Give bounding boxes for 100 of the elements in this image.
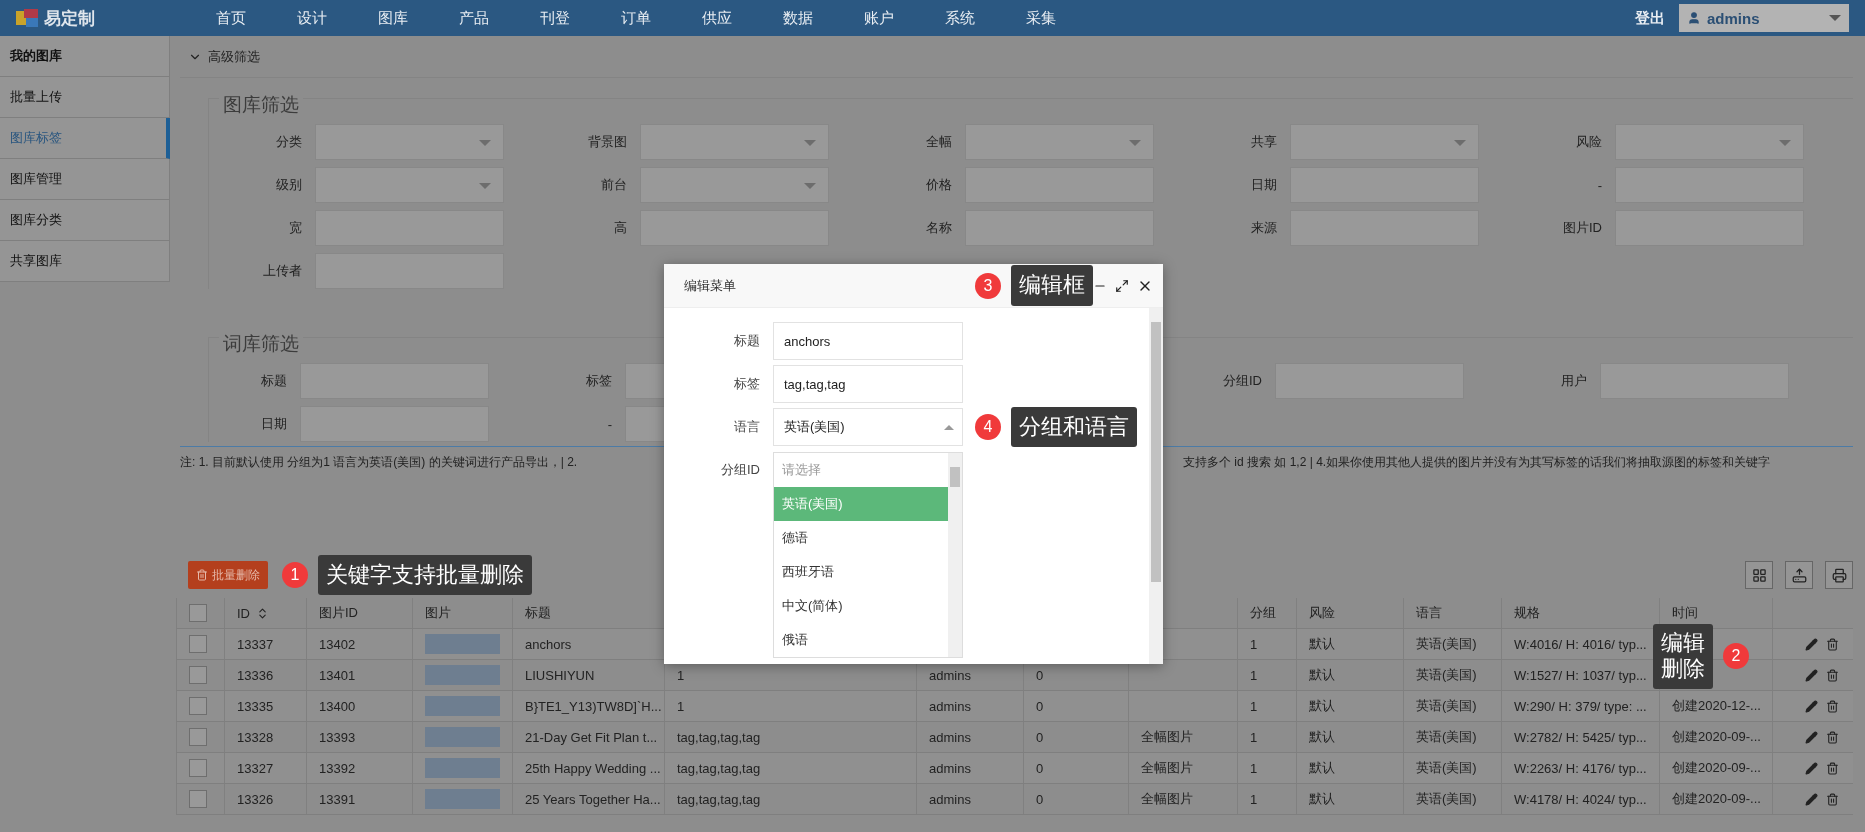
annotation-callout: 编辑框 xyxy=(1011,265,1093,306)
nav-item[interactable]: 供应 xyxy=(702,8,732,28)
nav-item[interactable]: 图库 xyxy=(378,8,408,28)
table-cell: 0 xyxy=(1036,791,1044,807)
edit-icon[interactable] xyxy=(1805,668,1818,682)
print-button[interactable] xyxy=(1825,561,1853,589)
column-header: 标题 xyxy=(525,604,551,622)
annotation-callout: 关键字支持批量删除 xyxy=(318,554,532,596)
table-cell: 默认 xyxy=(1309,697,1335,715)
sidebar-item[interactable]: 共享图库 xyxy=(0,241,170,282)
filter-label: 背景图 xyxy=(587,133,628,151)
language-select[interactable]: 英语(美国) xyxy=(773,408,963,446)
table-cell: 英语(美国) xyxy=(1416,666,1477,684)
row-checkbox[interactable] xyxy=(189,697,207,715)
nav-item[interactable]: 刊登 xyxy=(540,8,570,28)
filter-label: 分组ID xyxy=(1222,372,1263,390)
sort-icon[interactable] xyxy=(256,606,269,620)
nav-item[interactable]: 首页 xyxy=(216,8,246,28)
table-cell: 英语(美国) xyxy=(1416,790,1477,808)
table-cell: 13336 xyxy=(237,667,274,683)
table-cell: tag,tag,tag,tag xyxy=(677,760,761,776)
table-cell: 1 xyxy=(1250,729,1258,745)
filter-select[interactable] xyxy=(965,124,1154,160)
bulk-delete-button[interactable]: 批量删除 xyxy=(188,561,268,589)
nav-item[interactable]: 系统 xyxy=(945,8,975,28)
user-menu[interactable]: admins xyxy=(1679,4,1849,32)
logo-text: 易定制 xyxy=(44,7,95,30)
nav-item[interactable]: 账户 xyxy=(864,8,894,28)
text-input[interactable]: anchors xyxy=(773,322,963,360)
table-cell: 13392 xyxy=(319,760,356,776)
filter-label: 宽 xyxy=(288,219,303,237)
sidebar-item[interactable]: 图库分类 xyxy=(0,200,170,241)
table-cell: 英语(美国) xyxy=(1416,728,1477,746)
nav-item[interactable]: 设计 xyxy=(297,8,327,28)
table-cell: 默认 xyxy=(1309,759,1335,777)
logout-link[interactable]: 登出 xyxy=(1635,8,1665,28)
filter-label: - xyxy=(606,416,613,432)
filter-label: 日期 xyxy=(1250,176,1278,194)
edit-icon[interactable] xyxy=(1805,699,1818,713)
column-header: 规格 xyxy=(1514,604,1540,622)
annotation-callout: 分组和语言 xyxy=(1011,406,1137,448)
table-cell: 25th Happy Wedding ... xyxy=(525,760,661,776)
nav-item[interactable]: 数据 xyxy=(783,8,813,28)
note-text: 支持多个 id 搜索 如 1,2 | 4.如果你使用其他人提供的图片并没有为其写标签的话我们将抽取源图的标签和关键字 xyxy=(1183,454,1772,471)
delete-icon[interactable] xyxy=(1826,699,1839,713)
table-cell: W:1527/ H: 1037/ typ... xyxy=(1514,667,1647,683)
edit-icon[interactable] xyxy=(1805,792,1818,806)
text-input[interactable]: tag,tag,tag xyxy=(773,365,963,403)
row-checkbox[interactable] xyxy=(189,759,207,777)
filter-label: 来源 xyxy=(1250,219,1278,237)
nav-item[interactable]: 订单 xyxy=(621,8,651,28)
nav-item[interactable]: 采集 xyxy=(1026,8,1056,28)
annotation-callout: 编辑 删除 xyxy=(1653,624,1713,689)
row-checkbox[interactable] xyxy=(189,666,207,684)
step-number-badge: 3 xyxy=(975,272,1001,299)
table-cell: 1 xyxy=(1250,791,1258,807)
table-cell: 21-Day Get Fit Plan t... xyxy=(525,729,658,745)
edit-icon[interactable] xyxy=(1805,761,1818,775)
filter-select[interactable] xyxy=(315,167,504,203)
edit-icon[interactable] xyxy=(1805,730,1818,744)
table-cell: 创建2020-12-... xyxy=(1672,697,1761,715)
form-label: 标题 xyxy=(733,332,761,350)
delete-icon[interactable] xyxy=(1826,637,1839,651)
filter-select[interactable] xyxy=(640,167,829,203)
table-cell: W:2782/ H: 5425/ typ... xyxy=(1514,729,1647,745)
nav-item[interactable]: 产品 xyxy=(459,8,489,28)
advanced-filter-toggle[interactable]: 高级筛选 xyxy=(180,36,1853,78)
table-cell: admins xyxy=(929,667,971,683)
filter-label: 全幅 xyxy=(925,133,953,151)
row-checkbox[interactable] xyxy=(189,790,207,808)
table-cell: 1 xyxy=(677,698,685,714)
scrollbar[interactable] xyxy=(948,453,962,657)
columns-button[interactable] xyxy=(1745,561,1773,589)
delete-icon[interactable] xyxy=(1826,761,1839,775)
table-cell: 1 xyxy=(677,667,685,683)
column-header: 分组 xyxy=(1250,604,1276,622)
filter-select[interactable] xyxy=(1290,124,1479,160)
row-checkbox[interactable] xyxy=(189,728,207,746)
delete-icon[interactable] xyxy=(1826,730,1839,744)
select-all-checkbox[interactable] xyxy=(189,604,207,622)
filter-label: 前台 xyxy=(600,176,628,194)
filter-select[interactable] xyxy=(640,124,829,160)
maximize-icon[interactable] xyxy=(1115,278,1129,293)
sidebar-item[interactable]: 图库管理 xyxy=(0,159,170,200)
delete-icon[interactable] xyxy=(1826,792,1839,806)
edit-icon[interactable] xyxy=(1805,637,1818,651)
table-cell: 0 xyxy=(1036,698,1044,714)
export-button[interactable] xyxy=(1785,561,1813,589)
step-number-badge: 4 xyxy=(975,414,1001,440)
row-checkbox[interactable] xyxy=(189,635,207,653)
sidebar-item[interactable]: 我的图库 xyxy=(0,36,170,77)
table-cell: 默认 xyxy=(1309,790,1335,808)
filter-select[interactable] xyxy=(315,124,504,160)
sidebar-item[interactable]: 批量上传 xyxy=(0,77,170,118)
scrollbar[interactable] xyxy=(1149,308,1163,664)
delete-icon[interactable] xyxy=(1826,668,1839,682)
note-text: 注: 1. 目前默认使用 分组为1 语言为英语(美国) 的关键词进行产品导出，| 2. xyxy=(180,454,578,471)
table-cell: 13337 xyxy=(237,636,274,652)
filter-select[interactable] xyxy=(1615,124,1804,160)
table-cell: 1 xyxy=(1250,760,1258,776)
